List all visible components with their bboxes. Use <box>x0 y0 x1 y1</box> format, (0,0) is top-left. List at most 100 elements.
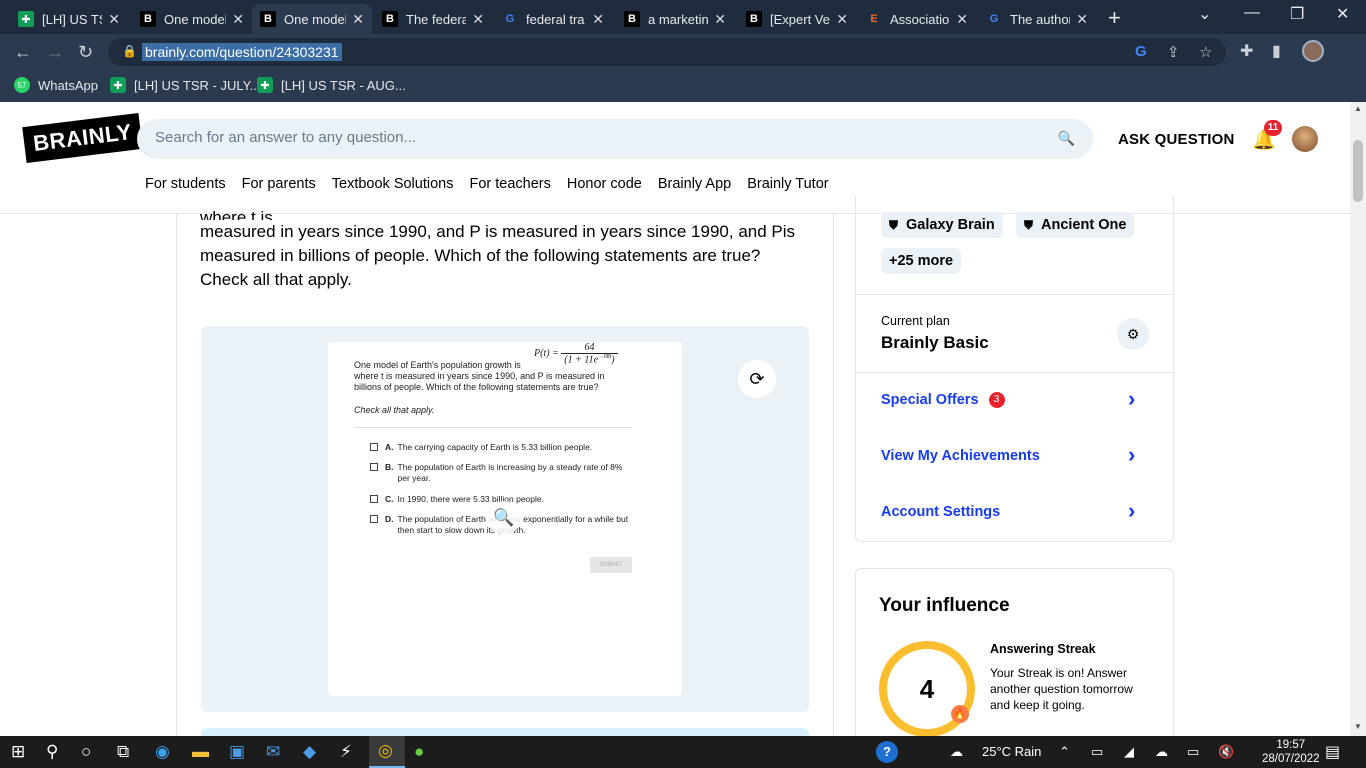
chevron-right-icon[interactable]: › <box>1128 442 1135 468</box>
search-bar[interactable]: 🔍 <box>137 119 1093 159</box>
weather-text[interactable]: 25°C Rain <box>982 744 1041 759</box>
user-avatar[interactable] <box>1292 126 1318 152</box>
nav-textbook-solutions[interactable]: Textbook Solutions <box>332 176 454 192</box>
scroll-down-arrow[interactable]: ▼ <box>1354 722 1362 731</box>
tab-close-icon[interactable]: ✕ <box>232 11 244 28</box>
search-icon[interactable]: 🔍 <box>1058 130 1075 147</box>
tab-search-icon[interactable]: ⌄ <box>1198 4 1211 24</box>
minimize-button[interactable]: — <box>1244 4 1260 22</box>
tab-close-icon[interactable]: ✕ <box>592 11 604 28</box>
tab-title: One model <box>164 11 227 27</box>
browser-tab[interactable]: E Association ✕ <box>858 4 976 34</box>
browser-tab[interactable]: B The federal ✕ <box>374 4 492 34</box>
option-a[interactable]: A. The carrying capacity of Earth is 5.3… <box>370 442 610 453</box>
checkbox[interactable] <box>370 495 378 503</box>
account-settings-link[interactable]: Account Settings <box>881 504 1000 520</box>
weather-icon[interactable]: ☁ <box>950 744 963 760</box>
browser-tab[interactable]: G The author ✕ <box>978 4 1096 34</box>
browser-tab[interactable]: Ba marketing ✕ <box>616 4 734 34</box>
attachment-image[interactable]: P(t) = 64 (1 + 11e−.08t) One model of Ea… <box>328 342 682 696</box>
option-b[interactable]: B. The population of Earth is increasing… <box>370 462 630 484</box>
browser-tab[interactable]: Gfederal tra ✕ <box>494 4 612 34</box>
question-text-clipped-line: where t is <box>200 208 273 220</box>
back-button[interactable]: ← <box>14 42 32 63</box>
tab-close-icon[interactable]: ✕ <box>108 11 120 28</box>
volume-muted-icon[interactable]: 🔇 <box>1218 744 1234 760</box>
browser-tab[interactable]: B One model ✕ <box>132 4 252 34</box>
tab-close-icon[interactable]: ✕ <box>836 11 848 28</box>
nav-brainly-tutor[interactable]: Brainly Tutor <box>747 176 828 192</box>
nav-honor-code[interactable]: Honor code <box>567 176 642 192</box>
nav-brainly-app[interactable]: Brainly App <box>658 176 731 192</box>
notification-center-icon[interactable]: ▤ <box>1325 742 1340 762</box>
task-view-icon[interactable]: ⧉ <box>117 742 129 762</box>
checkbox[interactable] <box>370 463 378 471</box>
bookmark-whatsapp[interactable]: 57 WhatsApp <box>14 77 98 93</box>
battery-icon[interactable]: ▭ <box>1187 744 1199 760</box>
close-window-button[interactable]: ✕ <box>1336 4 1349 24</box>
extensions-icon[interactable]: ✚ <box>1240 41 1253 61</box>
forward-button[interactable]: → <box>46 42 64 63</box>
wifi-icon[interactable]: ◢ <box>1124 744 1134 760</box>
scroll-up-arrow[interactable]: ▲ <box>1354 104 1362 113</box>
tab-close-icon[interactable]: ✕ <box>956 11 968 28</box>
chevron-right-icon[interactable]: › <box>1128 386 1135 412</box>
checkbox[interactable] <box>370 515 378 523</box>
meet-now-icon[interactable]: ▭ <box>1091 744 1103 760</box>
chevron-up-icon[interactable]: ⌃ <box>1059 744 1070 760</box>
more-ranks-chip[interactable]: +25 more <box>881 248 962 274</box>
store-icon[interactable]: ▣ <box>229 742 245 762</box>
view-achievements-link[interactable]: View My Achievements <box>881 448 1040 464</box>
profile-avatar[interactable] <box>1302 40 1324 62</box>
browser-tab[interactable]: B [Expert Ver ✕ <box>738 4 856 34</box>
bookmark-star-icon[interactable]: ☆ <box>1199 43 1212 61</box>
option-c[interactable]: C. In 1990, there were 5.33 billion peop… <box>370 494 610 505</box>
bookmark-tsr-july[interactable]: ✚ [LH] US TSR - JULY... <box>110 77 260 93</box>
search-input[interactable] <box>155 129 1035 146</box>
tab-close-icon[interactable]: ✕ <box>352 11 364 28</box>
reload-button[interactable]: ↻ <box>78 42 93 63</box>
help-icon[interactable]: ? <box>876 741 898 763</box>
gear-icon[interactable]: ⚙ <box>1117 318 1149 350</box>
special-offers-link[interactable]: Special Offers 3 <box>881 392 1005 408</box>
mail-icon[interactable]: ✉ <box>266 742 280 762</box>
app-icon[interactable]: ● <box>414 742 424 762</box>
checkbox[interactable] <box>370 443 378 451</box>
cortana-icon[interactable]: ○ <box>81 742 91 762</box>
nav-for-parents[interactable]: For parents <box>242 176 316 192</box>
tab-close-icon[interactable]: ✕ <box>714 11 726 28</box>
windows-start-icon[interactable]: ⊞ <box>11 742 25 762</box>
brainly-logo[interactable]: BRAINLY <box>22 112 144 164</box>
system-clock[interactable]: 19:57 28/07/2022 <box>1262 738 1320 766</box>
side-panel-icon[interactable]: ▮ <box>1272 41 1281 61</box>
search-icon[interactable]: ⚲ <box>46 742 58 762</box>
intro-line: One model of Earth's population growth i… <box>354 360 521 370</box>
restore-button[interactable]: ❐ <box>1290 4 1304 24</box>
rank-chip[interactable]: ⛊ Ancient One <box>1016 212 1135 238</box>
rotate-icon[interactable]: ⟳ <box>738 360 776 398</box>
page-scrollbar[interactable]: ▲ ▼ <box>1350 102 1366 736</box>
bookmark-tsr-aug[interactable]: ✚ [LH] US TSR - AUG... <box>257 77 406 93</box>
winamp-icon[interactable]: ⚡ <box>340 742 352 762</box>
chrome-taskbar-button[interactable]: ◎ <box>369 736 405 768</box>
url-text[interactable]: brainly.com/question/24303231 <box>142 43 342 61</box>
browser-tab[interactable]: B One model ✕ <box>252 4 372 34</box>
tab-close-icon[interactable]: ✕ <box>472 11 484 28</box>
zoom-icon[interactable]: 🔍 <box>487 501 521 535</box>
scrollbar-thumb[interactable] <box>1353 140 1363 202</box>
edge-icon[interactable]: ◉ <box>155 742 170 762</box>
rank-chip[interactable]: ⛊ Galaxy Brain <box>881 212 1003 238</box>
tab-close-icon[interactable]: ✕ <box>1076 11 1088 28</box>
share-icon[interactable]: ⇪ <box>1167 43 1180 61</box>
nav-for-students[interactable]: For students <box>145 176 226 192</box>
omnibox[interactable]: 🔒 brainly.com/question/24303231 G ⇪ ☆ <box>108 38 1226 66</box>
browser-tab[interactable]: ✚ [LH] US TSR ✕ <box>10 4 128 34</box>
chevron-right-icon[interactable]: › <box>1128 498 1135 524</box>
onedrive-icon[interactable]: ☁ <box>1155 744 1168 760</box>
ask-question-button[interactable]: ASK QUESTION <box>1118 131 1235 148</box>
nav-for-teachers[interactable]: For teachers <box>469 176 550 192</box>
google-lens-icon[interactable]: G <box>1135 43 1147 60</box>
file-explorer-icon[interactable]: ▬ <box>192 742 209 762</box>
new-tab-button[interactable]: + <box>1108 5 1121 31</box>
dropbox-icon[interactable]: ◆ <box>303 742 316 762</box>
